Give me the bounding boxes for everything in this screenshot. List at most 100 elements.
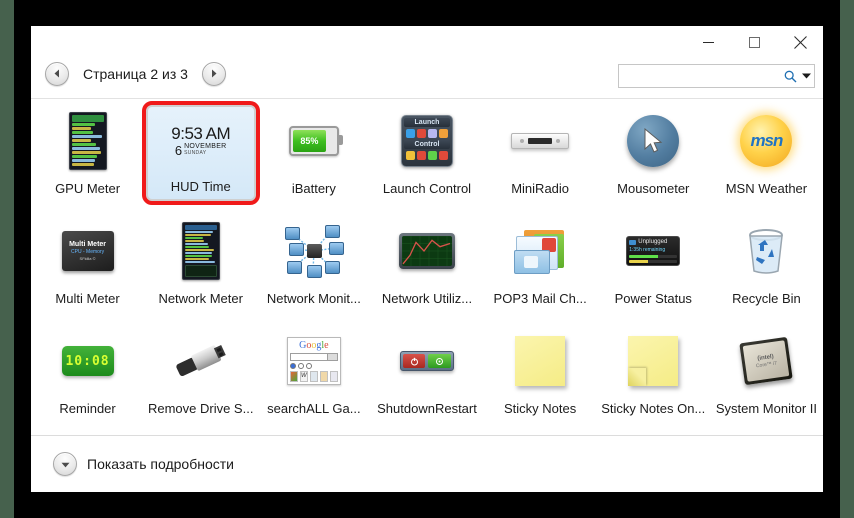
gadget-label: Remove Drive S...: [148, 401, 253, 416]
gadget-item-network-meter[interactable]: Network Meter: [144, 215, 257, 325]
footer-bar: Показать подробности: [31, 435, 823, 492]
gadget-label: MSN Weather: [726, 181, 807, 196]
gadget-thumbnail: [504, 109, 576, 173]
google-logo: Google: [290, 340, 338, 351]
previous-page-button[interactable]: [45, 62, 69, 86]
gadget-label: Launch Control: [383, 181, 471, 196]
searchall-thumbnail: Google W: [287, 337, 341, 385]
recycle-bin-thumbnail: [744, 227, 788, 275]
gadget-label: Recycle Bin: [732, 291, 801, 306]
show-details-label[interactable]: Показать подробности: [87, 456, 234, 472]
gadget-item-gpu-meter[interactable]: GPU Meter: [31, 105, 144, 215]
pop3-mail-thumbnail: [512, 228, 568, 274]
sticky-notes-online-thumbnail: [628, 336, 678, 386]
gadget-item-searchall-ga[interactable]: Google W searchALL Ga...: [257, 325, 370, 435]
gadget-label: Network Monit...: [267, 291, 361, 306]
gadget-item-system-monitor-ii[interactable]: (intel) Core™ i7 System Monitor II: [710, 325, 823, 435]
gadget-item-network-monit[interactable]: Network Monit...: [257, 215, 370, 325]
shutdown-restart-thumbnail: [400, 351, 454, 371]
hud-time-thumbnail: 9:53 AM 6 NOVEMBER SUNDAY: [171, 125, 230, 157]
gadget-label: Reminder: [59, 401, 115, 416]
gadget-label: POP3 Mail Ch...: [494, 291, 587, 306]
chevron-right-icon: [209, 65, 218, 83]
navigation-bar: Страница 2 из 3: [31, 62, 823, 98]
power-remaining-label: 1:35h remaining: [629, 247, 677, 253]
remove-drive-thumbnail: [172, 340, 230, 382]
gadget-item-mousometer[interactable]: Mousometer: [597, 105, 710, 215]
search-box[interactable]: [618, 64, 815, 88]
gadget-thumbnail: [617, 109, 689, 173]
gadget-item-shutdownrestart[interactable]: ShutdownRestart: [370, 325, 483, 435]
gadget-item-pop3-mail-ch[interactable]: POP3 Mail Ch...: [484, 215, 597, 325]
gadget-item-msn-weather[interactable]: msnMSN Weather: [710, 105, 823, 215]
control-label: Control: [404, 140, 450, 149]
gadget-thumbnail: Multi MeterCPU - MemorySFkilla ©: [52, 219, 124, 283]
gadgets-gallery-window: Страница 2 из 3: [31, 26, 823, 492]
network-meter-thumbnail: [182, 222, 220, 280]
gadget-label: System Monitor II: [716, 401, 817, 416]
gadget-label: HUD Time: [171, 179, 231, 194]
desktop-background: Страница 2 из 3: [0, 0, 854, 518]
gadget-label: searchALL Ga...: [267, 401, 360, 416]
shutdown-button-art: [403, 354, 426, 368]
power-status-thumbnail: Unplugged 1:35h remaining: [626, 236, 680, 266]
next-page-button[interactable]: [202, 62, 226, 86]
gadget-label: MiniRadio: [511, 181, 569, 196]
gadget-label: Sticky Notes: [504, 401, 576, 416]
maximize-button[interactable]: [731, 26, 777, 58]
gadget-thumbnail: [52, 109, 124, 173]
network-utilization-thumbnail: [399, 233, 455, 269]
restart-button-art: [428, 354, 451, 368]
search-dropdown-icon[interactable]: [799, 73, 814, 79]
gadget-item-reminder[interactable]: 10:08 Reminder: [31, 325, 144, 435]
gadget-label: ShutdownRestart: [377, 401, 477, 416]
reminder-thumbnail: 10:08: [62, 346, 114, 376]
gadget-item-multi-meter[interactable]: Multi MeterCPU - MemorySFkilla © Multi Me…: [31, 215, 144, 325]
gadget-thumbnail: 9:53 AM 6 NOVEMBER SUNDAY: [165, 109, 237, 173]
cursor-icon: [642, 128, 664, 154]
gadget-item-power-status[interactable]: Unplugged 1:35h remaining Power Status: [597, 215, 710, 325]
gadget-label: Power Status: [615, 291, 692, 306]
hud-time-clock: 9:53 AM: [171, 125, 230, 142]
gadget-label: Multi Meter: [55, 291, 119, 306]
hud-time-month: NOVEMBER: [184, 143, 226, 150]
sticky-notes-thumbnail: [515, 336, 565, 386]
gadget-item-hud-time[interactable]: 9:53 AM 6 NOVEMBER SUNDAY HUD Time: [144, 105, 257, 215]
gadget-thumbnail: [504, 329, 576, 393]
gadget-thumbnail: [165, 329, 237, 393]
hud-time-weekday: SUNDAY: [184, 150, 226, 157]
multi-meter-thumbnail: Multi MeterCPU - MemorySFkilla ©: [62, 231, 114, 271]
gadget-thumbnail: 85%: [278, 109, 350, 173]
search-icon[interactable]: [782, 70, 799, 83]
window-title-bar: [31, 26, 823, 62]
battery-charge-label: 85%: [293, 130, 326, 152]
gadget-thumbnail: 10:08: [52, 329, 124, 393]
gadget-item-miniradio[interactable]: MiniRadio: [484, 105, 597, 215]
gadget-thumbnail: [165, 219, 237, 283]
gadget-item-sticky-notes[interactable]: Sticky Notes: [484, 325, 597, 435]
reminder-time-display: 10:08: [65, 354, 109, 369]
system-monitor-thumbnail: (intel) Core™ i7: [740, 337, 793, 385]
gadget-label: Sticky Notes On...: [601, 401, 705, 416]
mousometer-thumbnail: [627, 115, 679, 167]
show-details-button[interactable]: [53, 452, 77, 476]
gpu-meter-thumbnail: [69, 112, 107, 170]
chevron-down-icon: [61, 455, 70, 473]
gadget-item-ibattery[interactable]: 85%iBattery: [257, 105, 370, 215]
minimize-button[interactable]: [685, 26, 731, 58]
gadget-item-remove-drive-s[interactable]: Remove Drive S...: [144, 325, 257, 435]
battery-thumbnail: 85%: [289, 126, 339, 156]
gadget-thumbnail: [391, 329, 463, 393]
close-button[interactable]: [777, 26, 823, 58]
search-input[interactable]: [619, 67, 782, 85]
gadget-thumbnail: Unplugged 1:35h remaining: [617, 219, 689, 283]
gadget-item-launch-control[interactable]: Launch Control Launch Control: [370, 105, 483, 215]
launch-label: Launch: [404, 118, 450, 127]
gadget-item-network-utiliz[interactable]: Network Utiliz...: [370, 215, 483, 325]
gadget-label: Mousometer: [617, 181, 689, 196]
gadget-item-recycle-bin[interactable]: Recycle Bin: [710, 215, 823, 325]
page-indicator-label: Страница 2 из 3: [83, 66, 188, 82]
gadget-thumbnail: Launch Control: [391, 109, 463, 173]
cpu-model-label: Core™ i7: [756, 360, 778, 370]
gadget-item-sticky-notes-on[interactable]: Sticky Notes On...: [597, 325, 710, 435]
